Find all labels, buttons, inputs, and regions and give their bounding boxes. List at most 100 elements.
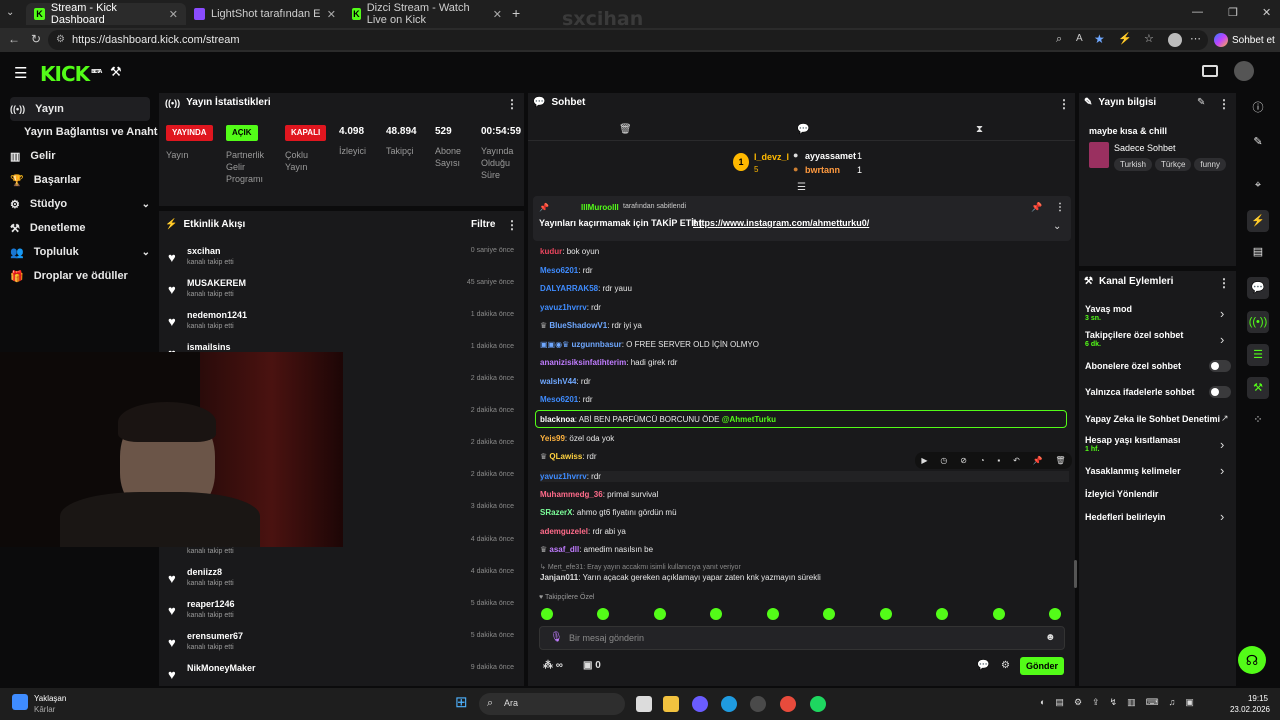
tab-dizci-stream[interactable]: K Dizci Stream - Watch Live on Kick ✕ [344,2,510,26]
refresh-icon[interactable]: ↻ [31,32,41,46]
hourglass-icon[interactable]: ⧗ [976,124,983,135]
copilot-button[interactable]: Sohbet et [1214,31,1275,49]
emote-icon[interactable] [767,608,779,620]
chevron-right-icon[interactable]: › [1220,306,1224,321]
chat-message[interactable]: Muhammedg_36: primal survival [540,490,658,499]
gift-counter[interactable]: ▣ 0 [583,660,601,671]
emote-icon[interactable] [936,608,948,620]
raid-item[interactable]: İzleyici Yönlendir [1085,489,1158,499]
chevron-right-icon[interactable]: › [1220,463,1224,478]
system-tray-icons[interactable]: ◐▤⚙⇪↯▥⌨♫▣ [1040,697,1204,708]
add-widget-icon[interactable]: ⁘ [1250,412,1266,428]
sidebar-item-basarilar[interactable]: 🏆 Başarılar [10,169,81,191]
chat-message[interactable]: yavuz1hvrrv: rdr [540,303,601,312]
emote-icon[interactable] [541,608,553,620]
favorite-star-icon[interactable]: ★ [1094,32,1105,46]
clock-date[interactable]: 23.02.2026 [1228,705,1270,714]
channel-actions-menu-icon[interactable]: ⋮ [1218,276,1230,290]
emote-icon[interactable] [880,608,892,620]
wrench-icon[interactable]: ⚒ [1247,377,1269,399]
emote-only-toggle[interactable] [1209,386,1231,398]
chat-scrollbar[interactable] [1074,560,1077,588]
points-counter[interactable]: ⁂ ∞ [543,660,563,671]
chat-message-mention[interactable]: blacknoa: ABİ BEN PARFÜMCÜ BORCUNU ÖDE @… [540,415,776,424]
chat-message[interactable]: SRazerX: ahmo gt6 fiyatını gördün mü [540,508,677,517]
chevron-right-icon[interactable]: › [1220,509,1224,524]
activity-menu-icon[interactable]: ⋮ [506,218,518,232]
chat-username[interactable]: Muhammedg_36 [540,490,603,499]
goals-item[interactable]: Hedefleri belirleyin [1085,512,1166,522]
microphone-icon[interactable]: 🎙 [550,632,563,643]
pin-icon[interactable]: 📌 [1033,456,1043,465]
chevron-right-icon[interactable]: › [1220,332,1224,347]
broadcast-icon[interactable]: ((•)) [1247,311,1269,333]
windows-start-icon[interactable]: ⊞ [455,695,471,711]
list-item[interactable]: ♥ erensumer67 kanalı takip etti 5 dakika ön… [168,629,518,659]
sidebar-item-topluluk[interactable]: 👥 Topluluk ⌄ [10,241,150,263]
chat-username[interactable]: Janjan011 [540,573,578,582]
profile-avatar[interactable] [1168,33,1182,47]
stream-info-menu-icon[interactable]: ⋮ [1218,97,1230,111]
chat-menu-icon[interactable]: ⋮ [1058,97,1070,111]
timeout-icon[interactable]: ◷ [940,456,947,465]
chat-message[interactable]: Meso6201: rdr [540,266,592,275]
back-icon[interactable]: ← [8,32,20,46]
external-link-icon[interactable]: ↗ [1221,413,1229,424]
zoom-icon[interactable]: ⌕ [1056,33,1062,46]
list-item[interactable]: ♥ deniizz8 kanalı takip etti 4 dakika önce [168,565,518,595]
sidebar-item-denetleme[interactable]: ⚒ Denetleme [10,217,86,239]
weather-icon[interactable] [12,694,28,710]
more-icon[interactable]: ⋯ [1190,32,1201,45]
discord-icon[interactable] [692,696,708,712]
tab-kick-dashboard[interactable]: K Stream - Kick Dashboard ✕ [26,2,186,26]
list-icon[interactable]: ☰ [1247,344,1269,366]
play-icon[interactable]: ▶ [921,456,927,465]
chat-message[interactable]: ademguzelel: rdr abi ya [540,527,626,536]
chat-username[interactable]: kudur [540,247,562,256]
ai-moderation-item[interactable]: Yapay Zeka ile Sohbet Denetimi [1085,414,1220,424]
read-aloud-icon[interactable]: A [1076,33,1083,44]
sidebar-item-stream-key[interactable]: Yayın Bağlantısı ve Anahtarı [24,121,171,143]
crosshair-icon[interactable]: ⌖ [1250,177,1266,193]
delete-icon[interactable]: ▪ [997,456,1000,465]
chat-message[interactable]: Yeis99: özel oda yok [540,434,614,443]
gear-icon[interactable]: ⚙ [1001,660,1010,671]
studio-icon[interactable] [1202,65,1218,77]
url-field[interactable]: ⚙ https://dashboard.kick.com/stream ⌕ A … [48,30,1208,50]
close-tab-icon[interactable]: ✕ [327,8,336,21]
lightning-icon[interactable]: ⚡ [1247,210,1269,232]
new-tab-icon[interactable]: + [512,5,520,21]
chat-username[interactable]: QLawiss [549,452,582,461]
trash-icon[interactable]: 🗑 [1055,456,1065,465]
chat-message[interactable]: kudur: bok oyun [540,247,599,256]
chat-username[interactable]: Meso6201 [540,266,578,275]
collections-icon[interactable]: ☆ [1144,32,1154,45]
chrome-icon[interactable] [780,696,796,712]
trash-icon[interactable]: 🗑 [619,124,632,135]
chat-username[interactable]: BlueShadowV1 [549,321,607,330]
reply-icon[interactable]: ◔ [980,456,985,465]
stream-tag[interactable]: funny [1194,158,1226,171]
close-tab-icon[interactable]: ✕ [169,8,178,21]
chevron-right-icon[interactable]: › [1220,437,1224,452]
chat-input[interactable]: 🎙 Bir mesaj gönderin ☻ [539,626,1065,650]
kick-logo[interactable]: KICK BETA [40,62,102,86]
sidebar-item-studyo[interactable]: ⚙ Stüdyo ⌄ [10,193,150,215]
subscribers-only-toggle[interactable] [1209,360,1231,372]
site-info-icon[interactable]: ⚙ [56,34,65,45]
chevron-down-icon[interactable]: ⌄ [1053,221,1061,232]
list-item[interactable]: ♥ nedemon1241 kanalı takip etti 1 dakika ön… [168,308,518,338]
chat-mention[interactable]: @AhmetTurku [722,415,776,424]
pinned-menu-icon[interactable]: ⋮ [1055,202,1065,213]
hammer-icon[interactable]: ⚒ [110,64,122,80]
chat-username[interactable]: yavuz1hvrrv [540,303,587,312]
extensions-icon[interactable]: ⚡ [1118,32,1132,45]
chat-username[interactable]: ademguzelel [540,527,588,536]
chat-message[interactable]: ♛ QLawiss: rdr [540,452,597,461]
maximize-icon[interactable]: ❐ [1228,6,1238,19]
emote-icon[interactable] [823,608,835,620]
collapse-icon[interactable]: ☰ [797,182,806,193]
emote-icon[interactable] [597,608,609,620]
tab-actions-icon[interactable]: ⌄ [6,7,20,21]
chat-username[interactable]: Meso6201 [540,395,578,404]
